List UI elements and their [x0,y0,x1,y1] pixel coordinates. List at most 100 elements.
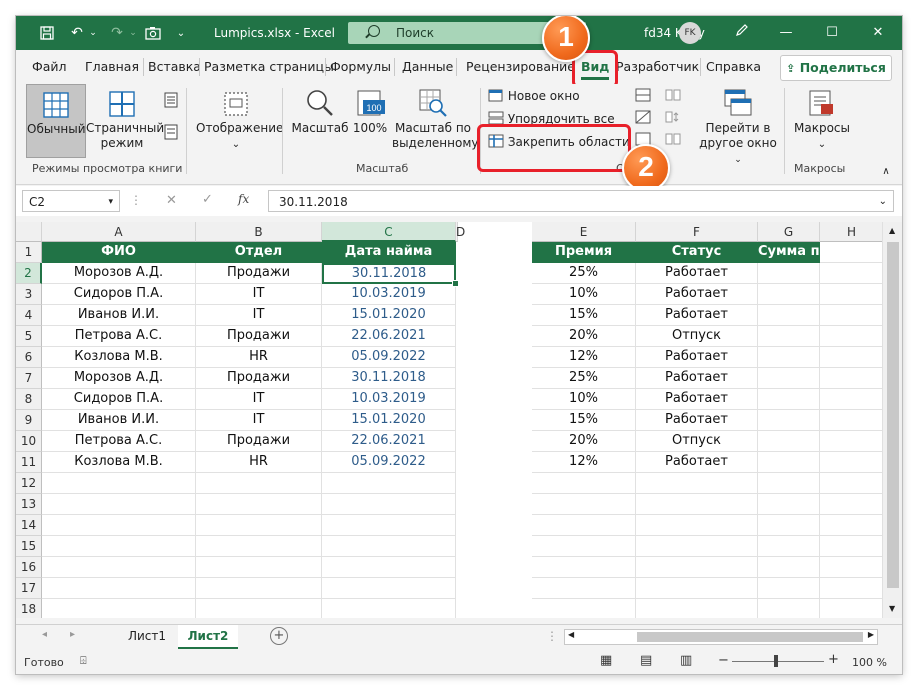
tab-page-layout[interactable]: Разметка страницы [204,59,334,74]
empty-cell[interactable] [820,473,882,494]
table-cell[interactable]: 05.09.2022 [322,347,456,368]
header-cell[interactable]: Сумма премии [758,242,820,263]
next-sheet-icon[interactable]: ▸ [70,629,75,640]
tab-review[interactable]: Рецензирование [466,59,575,74]
column-header-f[interactable]: F [636,222,758,242]
empty-cell[interactable] [820,557,882,578]
empty-cell[interactable] [196,557,322,578]
table-cell[interactable]: Работает [636,347,758,368]
empty-cell[interactable] [820,305,882,326]
empty-cell[interactable] [820,368,882,389]
table-cell[interactable]: 22.06.2021 [322,326,456,347]
accessibility-icon[interactable]: ⌹ [80,654,87,668]
table-cell[interactable]: Работает [636,263,758,284]
empty-cell[interactable] [758,347,820,368]
column-header-d[interactable]: D [456,222,465,242]
table-cell[interactable]: Продажи [196,368,322,389]
table-cell[interactable]: Морозов А.Д. [42,368,196,389]
table-cell[interactable]: IT [196,305,322,326]
empty-cell[interactable] [636,536,758,557]
empty-cell[interactable] [532,494,636,515]
empty-cell[interactable] [42,494,196,515]
empty-cell[interactable] [636,515,758,536]
table-cell[interactable]: 25% [532,368,636,389]
table-cell[interactable]: Петрова А.С. [42,326,196,347]
table-cell[interactable]: HR [196,452,322,473]
column-header-g[interactable]: G [758,222,820,242]
select-all-corner[interactable] [16,222,42,242]
table-cell[interactable]: Иванов И.И. [42,410,196,431]
table-cell[interactable]: IT [196,284,322,305]
row-header-8[interactable]: 8 [16,389,42,410]
customize-qat-icon[interactable]: ⌄ [174,24,188,42]
normal-view-status-icon[interactable]: ▦ [600,653,612,668]
table-cell[interactable]: HR [196,347,322,368]
page-layout-icon[interactable] [162,92,180,110]
page-layout-status-icon[interactable]: ▤ [640,653,652,668]
insert-function-icon[interactable]: fx [238,192,249,206]
row-header-15[interactable]: 15 [16,536,42,557]
row-header-9[interactable]: 9 [16,410,42,431]
empty-cell[interactable] [322,494,456,515]
row-header-3[interactable]: 3 [16,284,42,305]
empty-cell[interactable] [532,515,636,536]
header-cell[interactable]: Премия [532,242,636,263]
tabs-splitter-icon[interactable]: ⋮ [546,629,558,643]
hscroll-right-icon[interactable]: ▶ [868,630,874,639]
empty-cell[interactable] [42,515,196,536]
empty-cell[interactable] [820,389,882,410]
empty-cell[interactable] [322,473,456,494]
table-cell[interactable]: Продажи [196,263,322,284]
macros-button[interactable]: Макросы ⌄ [790,84,854,164]
table-cell[interactable]: 10% [532,389,636,410]
zoom-selection-button[interactable]: Масштаб по выделенному [392,84,478,164]
table-cell[interactable]: 25% [532,263,636,284]
normal-view-button[interactable]: Обычный [26,84,86,158]
close-icon[interactable]: ✕ [868,23,888,43]
table-cell[interactable]: 10% [532,284,636,305]
table-cell[interactable]: Сидоров П.А. [42,389,196,410]
empty-cell[interactable] [820,242,882,263]
empty-cell[interactable] [42,599,196,618]
table-cell[interactable]: Работает [636,452,758,473]
empty-cell[interactable] [820,515,882,536]
empty-cell[interactable] [820,578,882,599]
table-cell[interactable]: Работает [636,284,758,305]
expand-formula-icon[interactable]: ⌄ [879,191,887,213]
undo-dropdown-icon[interactable]: ⌄ [88,24,98,42]
empty-cell[interactable] [196,599,322,618]
empty-cell[interactable] [532,599,636,618]
table-cell[interactable]: 15.01.2020 [322,305,456,326]
empty-cell[interactable] [636,557,758,578]
header-cell[interactable]: ФИО [42,242,196,263]
empty-cell[interactable] [758,431,820,452]
table-cell[interactable]: Козлова М.В. [42,452,196,473]
table-cell[interactable]: 05.09.2022 [322,452,456,473]
switch-windows-button[interactable]: Перейти в другое окно ⌄ [698,84,778,165]
empty-cell[interactable] [322,557,456,578]
tab-developer[interactable]: Разработчик [616,59,699,74]
new-window-button[interactable]: Новое окно [488,88,580,103]
row-header-6[interactable]: 6 [16,347,42,368]
empty-cell[interactable] [636,599,758,618]
sheet-tab-2[interactable]: Лист2 [178,625,238,649]
table-cell[interactable]: Козлова М.В. [42,347,196,368]
empty-cell[interactable] [196,473,322,494]
empty-cell[interactable] [758,368,820,389]
table-cell[interactable]: Работает [636,389,758,410]
scroll-up-icon[interactable]: ▲ [889,226,895,235]
header-cell[interactable]: Отдел [196,242,322,263]
empty-cell[interactable] [322,599,456,618]
fill-handle[interactable] [452,280,459,287]
empty-cell[interactable] [820,326,882,347]
table-cell[interactable]: 30.11.2018 [322,263,456,284]
empty-cell[interactable] [196,515,322,536]
empty-cell[interactable] [820,410,882,431]
undo-icon[interactable]: ↶ [66,24,88,42]
row-header-17[interactable]: 17 [16,578,42,599]
empty-cell[interactable] [532,578,636,599]
reset-position-icon[interactable] [664,132,682,150]
empty-cell[interactable] [758,389,820,410]
table-cell[interactable]: 10.03.2019 [322,284,456,305]
row-header-2[interactable]: 2 [16,263,42,284]
